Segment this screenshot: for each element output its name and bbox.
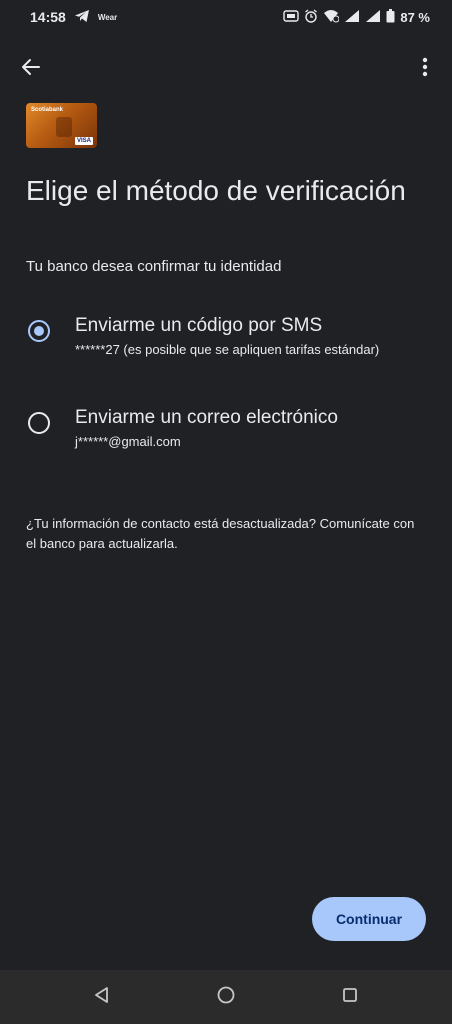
option-email-detail: j******@gmail.com bbox=[75, 434, 181, 449]
more-options-button[interactable] bbox=[410, 54, 440, 84]
option-sms-detail: ******27 (es posible que se apliquen tar… bbox=[75, 342, 380, 357]
radio-sms[interactable] bbox=[28, 320, 50, 342]
screen: 14:58 Wear 87 % Scotiabank VISA Elige el… bbox=[0, 0, 452, 1024]
telegram-icon bbox=[74, 9, 90, 26]
more-vert-icon bbox=[422, 57, 428, 82]
option-email-title: Enviarme un correo electrónico bbox=[75, 407, 338, 428]
nav-back-button[interactable] bbox=[82, 977, 122, 1017]
alarm-icon bbox=[304, 8, 318, 26]
nfc-icon bbox=[283, 9, 300, 26]
visa-logo: VISA bbox=[74, 137, 93, 145]
navigation-bar bbox=[0, 970, 452, 1024]
battery-icon bbox=[386, 8, 395, 26]
page-subtitle: Tu banco desea confirmar tu identidad bbox=[26, 258, 282, 275]
card-image: Scotiabank VISA bbox=[26, 103, 97, 148]
signal-icon bbox=[344, 9, 360, 26]
card-chip bbox=[56, 117, 72, 137]
circle-home-icon bbox=[216, 985, 236, 1010]
app-bar bbox=[0, 48, 452, 88]
status-right: 87 % bbox=[283, 8, 430, 26]
status-left: 14:58 Wear bbox=[30, 9, 117, 26]
wifi-icon bbox=[323, 9, 340, 26]
radio-email[interactable] bbox=[28, 412, 50, 434]
status-bar: 14:58 Wear 87 % bbox=[0, 0, 452, 34]
status-time: 14:58 bbox=[30, 9, 66, 25]
triangle-back-icon bbox=[93, 986, 111, 1009]
battery-level: 87 % bbox=[400, 9, 430, 25]
nav-recents-button[interactable] bbox=[330, 977, 370, 1017]
back-button[interactable] bbox=[16, 54, 46, 84]
wear-label: Wear bbox=[97, 12, 118, 22]
continue-button[interactable]: Continuar bbox=[312, 897, 426, 941]
option-sms-title: Enviarme un código por SMS bbox=[75, 315, 323, 336]
nav-home-button[interactable] bbox=[206, 977, 246, 1017]
page-title: Elige el método de verificación bbox=[26, 175, 406, 206]
square-recents-icon bbox=[341, 986, 359, 1009]
option-email[interactable]: Enviarme un correo electrónico j******@g… bbox=[0, 404, 452, 464]
signal-2-icon bbox=[365, 9, 381, 26]
arrow-left-icon bbox=[21, 57, 41, 82]
card-bank-name: Scotiabank bbox=[31, 107, 64, 113]
option-sms[interactable]: Enviarme un código por SMS ******27 (es … bbox=[0, 312, 452, 372]
contact-info-note: ¿Tu información de contacto está desactu… bbox=[26, 516, 415, 551]
